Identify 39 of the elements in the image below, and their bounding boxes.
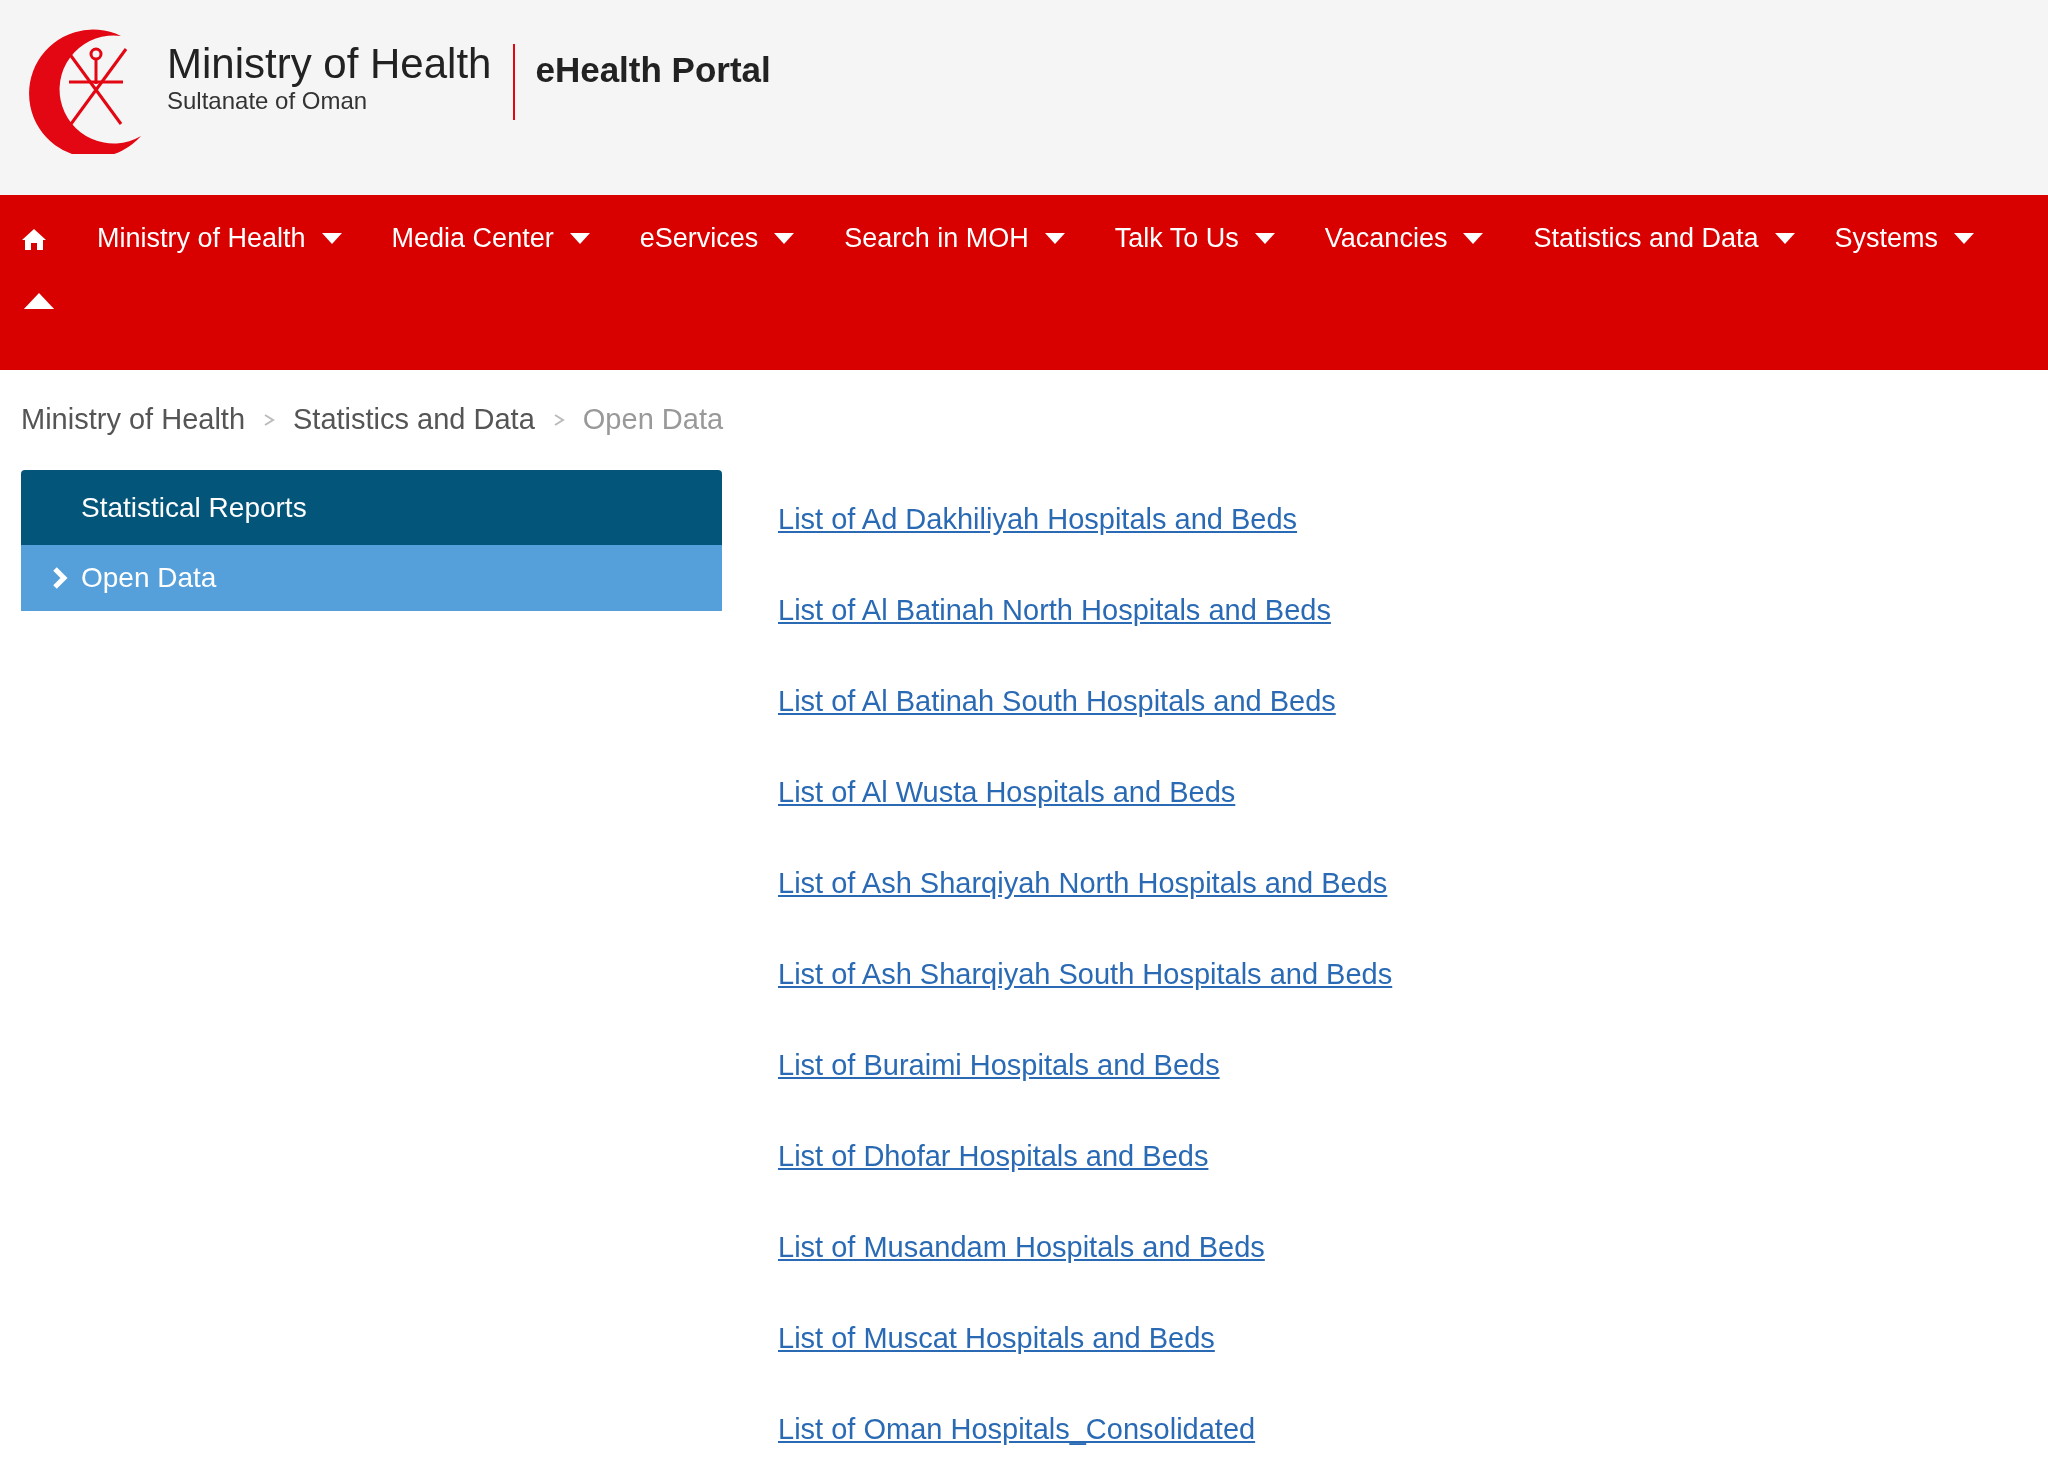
nav-menu-item[interactable]: Media Center <box>391 195 590 282</box>
caret-icon <box>1463 233 1484 244</box>
chevron-icon <box>51 567 69 589</box>
dataset-link[interactable]: List of Ash Sharqiyah South Hospitals and Beds <box>778 953 1393 995</box>
nav-menu-item[interactable]: Search in MOH <box>844 195 1065 282</box>
caret-icon <box>1254 233 1275 244</box>
caret-icon <box>774 233 795 244</box>
caret-icon <box>1954 233 1975 244</box>
sidebar-item[interactable]: Open Data <box>21 545 722 611</box>
nav-menu-item[interactable]: Vacancies <box>1324 195 1484 282</box>
ministry-subtitle: Sultanate of Oman <box>167 87 369 116</box>
breadcrumb-separator-icon <box>263 413 275 427</box>
dataset-link[interactable]: List of Muscat Hospitals and Beds <box>778 1317 1215 1359</box>
dataset-link[interactable]: List of Al Wusta Hospitals and Beds <box>778 771 1236 813</box>
breadcrumb-current[interactable]: Open Data <box>582 398 724 442</box>
nav-menu-item[interactable]: eServices <box>639 195 795 282</box>
caret-icon <box>1044 233 1065 244</box>
caret-icon <box>1774 233 1795 244</box>
breadcrumb-link[interactable]: Ministry of Health <box>21 398 245 442</box>
dataset-link[interactable]: List of Dhofar Hospitals and Beds <box>778 1135 1209 1177</box>
nav-menu-item[interactable]: Statistics and Data <box>1533 195 1795 282</box>
dataset-link[interactable]: List of Oman Hospitals_Consolidated <box>778 1408 1256 1450</box>
dataset-link[interactable]: List of Ash Sharqiyah North Hospitals and Beds <box>778 862 1388 904</box>
caret-icon <box>321 233 342 244</box>
sidebar-heading[interactable]: Statistical Reports <box>21 470 722 545</box>
dataset-link[interactable]: List of Al Batinah North Hospitals and Beds <box>778 589 1331 631</box>
caret-icon <box>569 233 590 244</box>
scroll-up-icon[interactable] <box>22 293 56 309</box>
dataset-link[interactable]: List of Ad Dakhiliyah Hospitals and Beds <box>778 498 1298 540</box>
ministry-title: Ministry of Health <box>167 42 492 86</box>
dataset-link[interactable]: List of Buraimi Hospitals and Beds <box>778 1044 1220 1086</box>
portal-title: eHealth Portal <box>535 49 771 91</box>
nav-menu-item[interactable]: Ministry of Health <box>97 195 342 282</box>
dataset-link[interactable]: List of Musandam Hospitals and Beds <box>778 1226 1265 1268</box>
nav-menu-item[interactable]: Talk To Us <box>1114 195 1275 282</box>
breadcrumb-separator-icon <box>552 413 565 427</box>
breadcrumb-link[interactable]: Statistics and Data <box>293 398 535 442</box>
nav-menu-item[interactable]: Systems <box>1834 195 1975 282</box>
dataset-link[interactable]: List of Al Batinah South Hospitals and Beds <box>778 680 1336 722</box>
